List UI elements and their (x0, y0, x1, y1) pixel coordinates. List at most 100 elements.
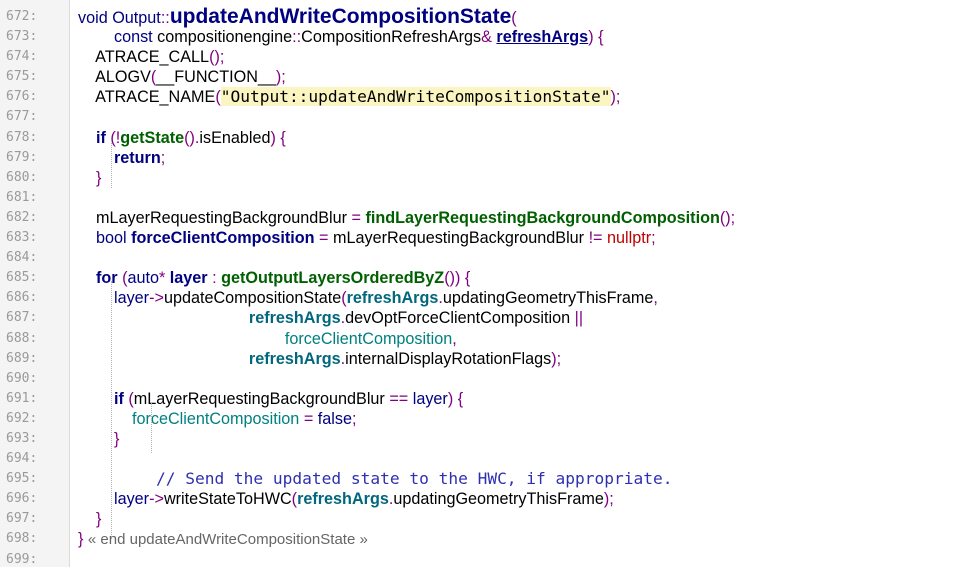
code-token: updateAndWriteCompositionState (169, 5, 512, 28)
code-token: , (452, 329, 457, 348)
code-line[interactable]: 681: (0, 188, 965, 208)
line-number: 685: (6, 270, 38, 286)
code-line[interactable]: 685: for (auto* layer : getOutputLayersO… (0, 268, 965, 288)
code-token: « end updateAndWriteCompositionState » (87, 531, 368, 549)
code-token: ; (160, 148, 166, 167)
line-source: } (78, 429, 965, 449)
code-token: (); (719, 208, 736, 227)
code-token: __FUNCTION__ (156, 68, 276, 87)
code-token: (). (184, 128, 200, 147)
code-token: mLayerRequestingBackgroundBlur (333, 229, 589, 248)
code-token: ATRACE_NAME (78, 88, 216, 107)
code-token: } (78, 510, 102, 529)
line-source: for (auto* layer : getOutputLayersOrdere… (78, 268, 965, 288)
line-number: 698: (6, 531, 38, 547)
code-line[interactable]: 691: if (mLayerRequestingBackgroundBlur … (0, 389, 965, 409)
code-token: ) { (447, 389, 464, 408)
line-number: 682: (6, 209, 38, 225)
code-token: ATRACE_CALL (78, 48, 210, 67)
line-number: 673: (6, 29, 38, 45)
line-number: 688: (6, 330, 38, 346)
code-token: } (78, 429, 120, 448)
code-line[interactable]: 673: const compositionengine::Compositio… (0, 27, 965, 47)
code-token: refreshArgs (297, 490, 389, 509)
line-number: 690: (6, 370, 38, 386)
code-token: ( (511, 9, 517, 27)
code-line[interactable]: 682: mLayerRequestingBackgroundBlur = fi… (0, 208, 965, 228)
brace-guide (111, 141, 112, 188)
code-line[interactable]: 684: (0, 248, 965, 268)
code-line[interactable]: 679: return; (0, 148, 965, 168)
code-line[interactable]: 683: bool forceClientComposition = mLaye… (0, 228, 965, 248)
code-token: false (317, 409, 352, 428)
line-number: 693: (6, 430, 38, 446)
line-number: 689: (6, 350, 38, 366)
code-token: refreshArgs (78, 309, 341, 328)
line-source: } (78, 509, 965, 529)
brace-guide (111, 281, 112, 539)
code-line[interactable]: 688: forceClientComposition, (0, 329, 965, 349)
code-token: ); (610, 88, 621, 107)
code-token: forceClientComposition (78, 329, 453, 348)
code-token: compositionengine (157, 28, 293, 47)
code-token: mLayerRequestingBackgroundBlur (133, 389, 390, 408)
code-token: nullptr (607, 229, 652, 248)
line-source: ATRACE_NAME("Output::updateAndWriteCompo… (78, 87, 965, 107)
code-token: updatingGeometryThisFrame (442, 289, 654, 308)
code-token: isEnabled (199, 128, 271, 147)
code-line[interactable]: 675: ALOGV(__FUNCTION__); (0, 67, 965, 87)
line-source: if (mLayerRequestingBackgroundBlur == la… (78, 389, 965, 409)
code-line[interactable]: 699: (0, 550, 965, 567)
code-line[interactable]: 695: // Send the updated state to the HW… (0, 469, 965, 489)
code-token: = (351, 208, 366, 227)
code-token: = (299, 409, 318, 428)
code-line[interactable]: 672: void Output::updateAndWriteCompositi… (0, 5, 965, 28)
line-source: ALOGV(__FUNCTION__); (78, 67, 965, 87)
code-line[interactable]: 697: } (0, 509, 965, 529)
code-token: forceClientComposition (131, 229, 315, 248)
line-source: layer->writeStateToHWC(refreshArgs.updat… (78, 489, 965, 509)
line-number: 674: (6, 49, 38, 65)
code-line[interactable]: 694: (0, 449, 965, 469)
code-token: internalDisplayRotationFlags (345, 349, 552, 368)
code-line[interactable]: 692: forceClientComposition = false; (0, 409, 965, 429)
code-line[interactable]: 686: layer->updateCompositionState(refre… (0, 288, 965, 308)
code-line[interactable]: 676: ATRACE_NAME("Output::updateAndWrite… (0, 87, 965, 107)
code-token: = (314, 229, 334, 248)
code-line[interactable]: 680: } (0, 168, 965, 188)
line-number: 677: (6, 109, 38, 125)
code-line[interactable]: 690: (0, 369, 965, 389)
code-token: updateCompositionState (163, 289, 342, 308)
line-number: 686: (6, 290, 38, 306)
code-line[interactable]: 696: layer->writeStateToHWC(refreshArgs.… (0, 489, 965, 509)
line-number: 679: (6, 149, 38, 165)
code-token: :: (160, 9, 170, 27)
code-token: layer (169, 269, 208, 288)
line-number: 695: (6, 471, 38, 487)
code-line[interactable]: 674: ATRACE_CALL(); (0, 47, 965, 67)
code-token: bool (78, 229, 132, 248)
brace-guide (151, 403, 152, 453)
code-token: , (653, 289, 658, 308)
code-line[interactable]: 678: if (!getState().isEnabled) { (0, 128, 965, 148)
code-editor[interactable]: 672: void Output::updateAndWriteCompositi… (0, 0, 965, 567)
line-number: 691: (6, 390, 38, 406)
code-token: Output (112, 9, 161, 27)
line-source: layer->updateCompositionState(refreshArg… (78, 288, 965, 308)
code-token: -> (149, 490, 164, 509)
code-line[interactable]: 677: (0, 107, 965, 127)
line-number: 675: (6, 69, 38, 85)
code-area[interactable]: 672: void Output::updateAndWriteCompositi… (0, 5, 965, 567)
line-number: 692: (6, 410, 38, 426)
line-source: refreshArgs.devOptForceClientComposition… (78, 308, 965, 328)
code-line[interactable]: 698:} « end updateAndWriteCompositionSta… (0, 529, 965, 549)
code-token: :: (292, 28, 302, 47)
code-line[interactable]: 689: refreshArgs.internalDisplayRotation… (0, 349, 965, 369)
code-token: const (78, 28, 158, 47)
line-number: 684: (6, 250, 38, 266)
code-token: CompositionRefreshArgs (301, 28, 482, 47)
code-line[interactable]: 687: refreshArgs.devOptForceClientCompos… (0, 308, 965, 328)
code-line[interactable]: 693: } (0, 429, 965, 449)
code-token: } (78, 168, 102, 187)
line-number: 681: (6, 189, 38, 205)
